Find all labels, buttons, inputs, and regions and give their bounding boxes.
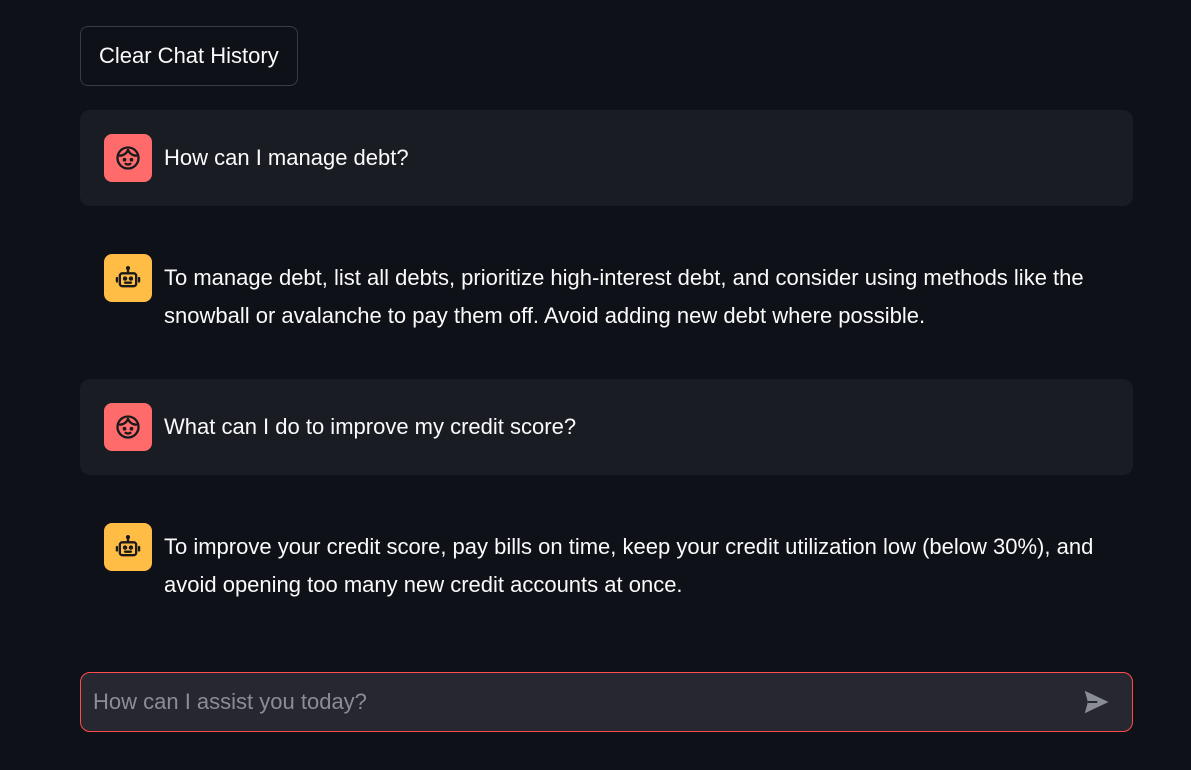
chat-input[interactable] — [81, 673, 1074, 731]
chat-app: Clear Chat History How can I manage debt… — [0, 0, 1191, 770]
message-text: What can I do to improve my credit score… — [164, 414, 577, 439]
chat-message-assistant: To manage debt, list all debts, prioriti… — [80, 230, 1133, 350]
user-face-icon — [114, 144, 142, 172]
send-icon — [1081, 687, 1111, 717]
chat-message-user: What can I do to improve my credit score… — [80, 379, 1133, 475]
chat-message-user: How can I manage debt? — [80, 110, 1133, 206]
user-avatar — [104, 134, 152, 182]
clear-chat-history-button[interactable]: Clear Chat History — [80, 26, 298, 86]
chat-input-container — [80, 672, 1133, 732]
user-face-icon — [114, 413, 142, 441]
send-button[interactable] — [1074, 680, 1118, 724]
assistant-avatar — [104, 523, 152, 571]
message-text: To manage debt, list all debts, prioriti… — [164, 265, 1084, 328]
assistant-avatar — [104, 254, 152, 302]
robot-icon — [114, 533, 142, 561]
robot-icon — [114, 264, 142, 292]
message-text: How can I manage debt? — [164, 145, 409, 170]
user-avatar — [104, 403, 152, 451]
chat-message-assistant: To improve your credit score, pay bills … — [80, 499, 1133, 619]
message-text: To improve your credit score, pay bills … — [164, 534, 1094, 597]
